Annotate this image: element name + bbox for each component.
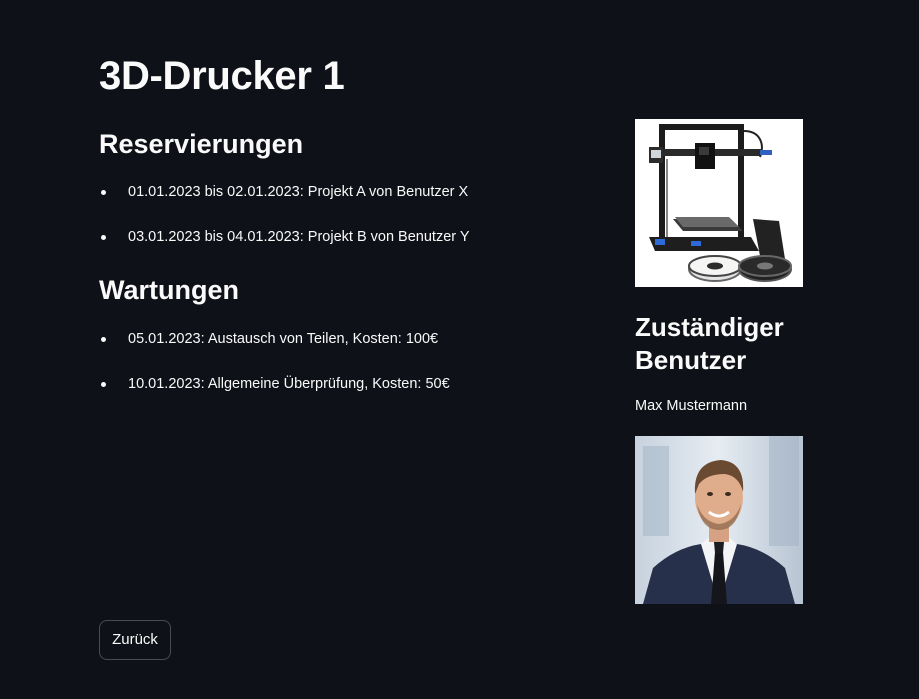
sidebar-column: Zuständiger Benutzer Max Mustermann <box>635 119 835 604</box>
user-avatar <box>635 436 803 604</box>
bullet-icon <box>101 235 106 240</box>
bullet-icon <box>101 190 106 195</box>
reservations-heading: Reservierungen <box>99 129 304 159</box>
page: 3D-Drucker 1 Reservierungen 01.01.2023 b… <box>0 0 919 699</box>
maintenance-list: 05.01.2023: Austausch von Teilen, Kosten… <box>99 329 599 394</box>
bullet-icon <box>101 337 106 342</box>
reservation-item: 03.01.2023 bis 04.01.2023: Projekt B von… <box>99 227 599 247</box>
details-column: Reservierungen 01.01.2023 bis 02.01.2023… <box>99 126 599 394</box>
maintenance-item: 10.01.2023: Allgemeine Überprüfung, Kost… <box>99 374 599 394</box>
page-title: 3D-Drucker 1 <box>99 54 345 98</box>
reservation-text: 01.01.2023 bis 02.01.2023: Projekt A von… <box>128 184 469 200</box>
maintenance-item: 05.01.2023: Austausch von Teilen, Kosten… <box>99 329 599 349</box>
back-button[interactable]: Zurück <box>99 620 171 660</box>
reservation-text: 03.01.2023 bis 04.01.2023: Projekt B von… <box>128 229 470 245</box>
maintenance-text: 05.01.2023: Austausch von Teilen, Kosten… <box>128 331 439 347</box>
maintenance-heading: Wartungen <box>99 275 239 305</box>
reservation-item: 01.01.2023 bis 02.01.2023: Projekt A von… <box>99 182 599 202</box>
reservations-list: 01.01.2023 bis 02.01.2023: Projekt A von… <box>99 182 599 247</box>
bullet-icon <box>101 382 106 387</box>
printer-image <box>635 119 803 287</box>
assignee-heading: Zuständiger Benutzer <box>635 312 784 375</box>
maintenance-text: 10.01.2023: Allgemeine Überprüfung, Kost… <box>128 376 450 392</box>
assignee-name: Max Mustermann <box>635 398 748 414</box>
